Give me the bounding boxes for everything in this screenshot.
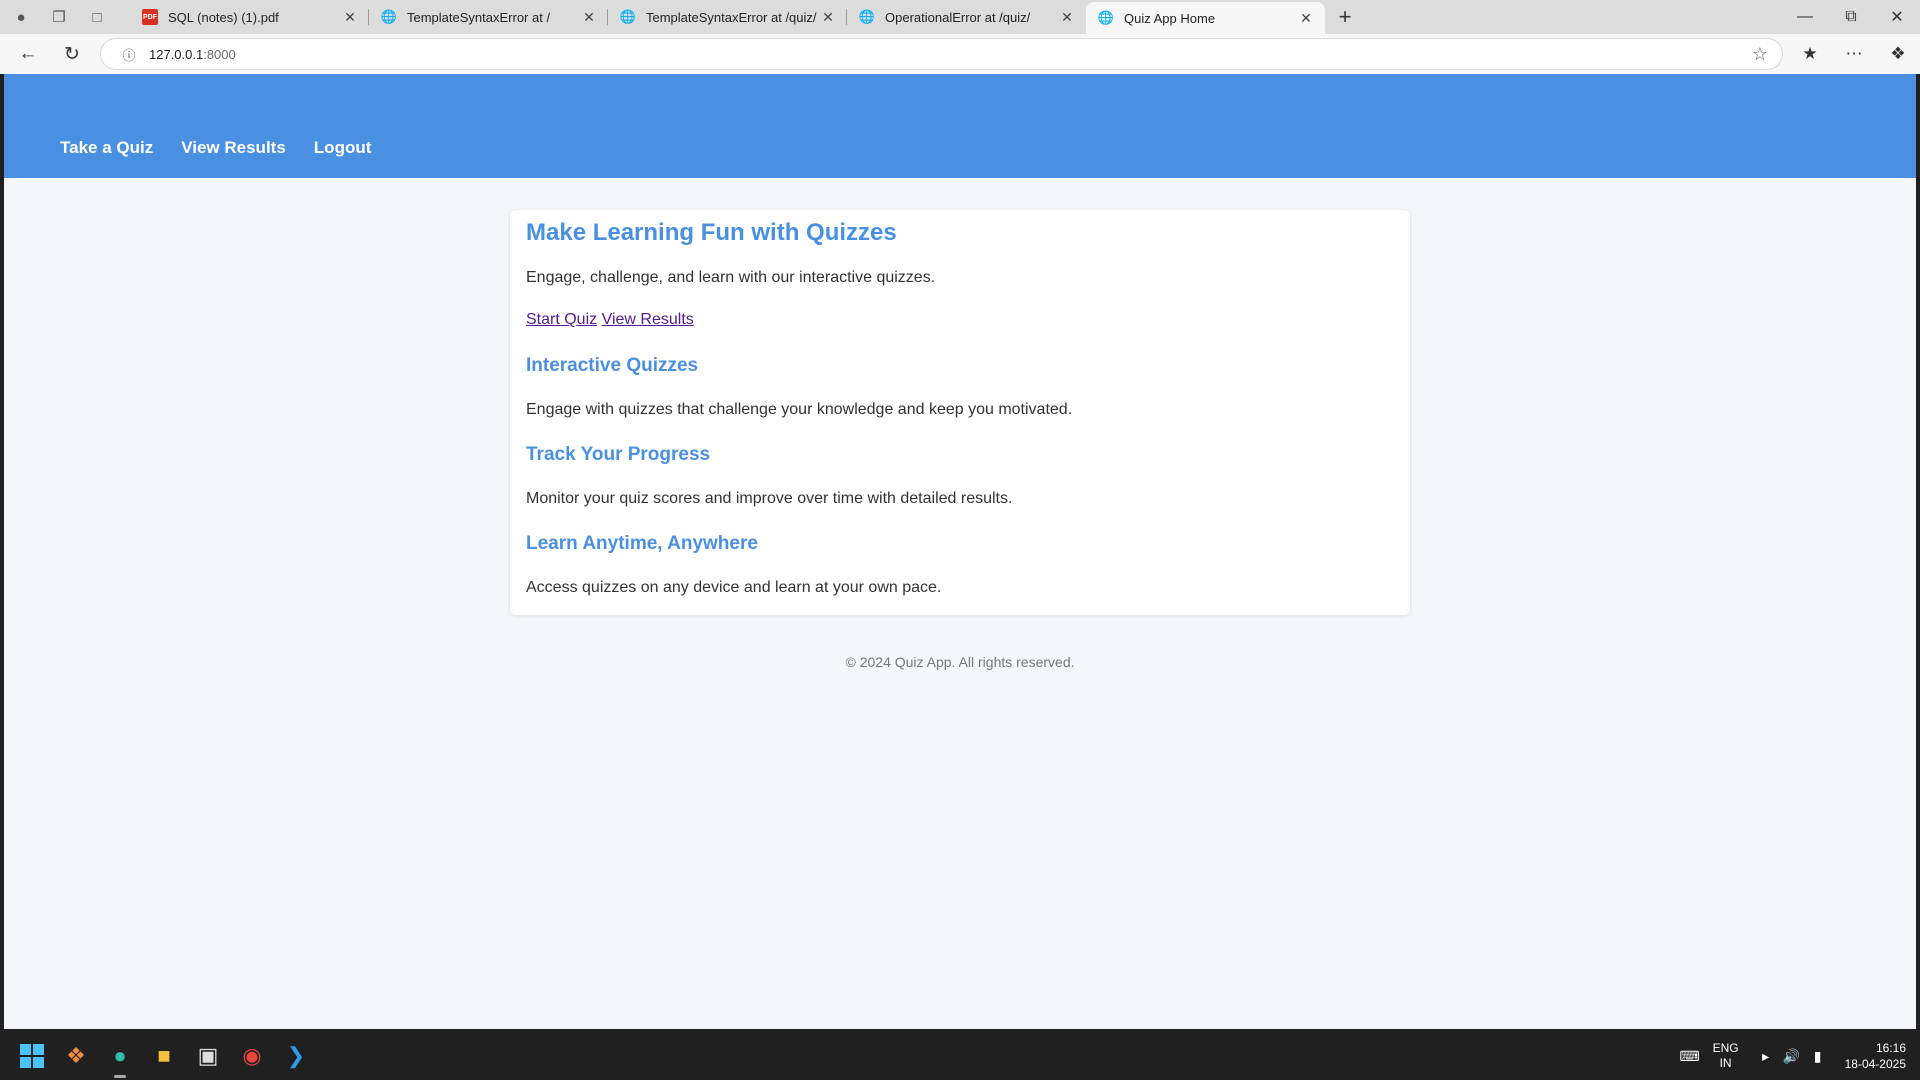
- close-icon[interactable]: ✕: [1297, 10, 1315, 27]
- copilot-app-icon[interactable]: ❖: [54, 1032, 98, 1080]
- more-options-icon[interactable]: ⋯: [1832, 34, 1876, 74]
- feature-desc: Access quizzes on any device and learn a…: [526, 579, 942, 596]
- system-tray: ⌨ ENG IN ▸ 🔊 ▮ 16:16 18-04-2025: [1677, 1032, 1906, 1080]
- language-code: ENG: [1712, 1041, 1739, 1055]
- nav-logout-link[interactable]: Logout: [314, 138, 372, 158]
- tab-title: TemplateSyntaxError at /quiz/: [646, 9, 817, 25]
- close-icon[interactable]: ✕: [819, 9, 837, 26]
- globe-icon: 🌐: [1097, 10, 1115, 25]
- restore-icon[interactable]: ⧉: [1828, 0, 1874, 34]
- close-icon[interactable]: ✕: [341, 9, 359, 26]
- hero-title: Make Learning Fun with Quizzes: [526, 219, 897, 246]
- tab-title: OperationalError at /quiz/: [885, 9, 1031, 25]
- battery-icon[interactable]: ▮: [1805, 1048, 1831, 1065]
- window-controls: — ⧉ ✕: [1782, 0, 1920, 34]
- view-results-link[interactable]: View Results: [602, 311, 694, 328]
- region-code: IN: [1719, 1056, 1732, 1070]
- clock-date: 18-04-2025: [1844, 1057, 1906, 1071]
- toolbar-right: ★ ⋯ ❖: [1788, 34, 1920, 74]
- close-icon[interactable]: ✕: [1058, 9, 1076, 26]
- url-text: 127.0.0.1:8000: [149, 47, 236, 62]
- tab-title: TemplateSyntaxError at /: [407, 9, 551, 25]
- tab-title: Quiz App Home: [1124, 10, 1216, 26]
- profile-icon[interactable]: ●: [4, 0, 38, 34]
- workspaces-icon[interactable]: ❐: [42, 0, 76, 34]
- page-footer: © 2024 Quiz App. All rights reserved.: [845, 654, 1075, 670]
- volume-icon[interactable]: 🔊: [1779, 1048, 1805, 1065]
- address-bar[interactable]: ⓘ 127.0.0.1:8000 ☆: [100, 38, 1783, 70]
- tab-sql-notes[interactable]: PDF SQL (notes) (1).pdf ✕: [130, 0, 369, 34]
- nav-links: Take a Quiz View Results Logout: [60, 138, 371, 158]
- start-quiz-link[interactable]: Start Quiz: [526, 311, 597, 328]
- url-port: :8000: [203, 46, 236, 62]
- tab-template-error-quiz[interactable]: 🌐 TemplateSyntaxError at /quiz/ ✕: [608, 0, 847, 34]
- file-explorer-icon[interactable]: ■: [142, 1032, 186, 1080]
- feature-title: Interactive Quizzes: [526, 355, 699, 376]
- vscode-icon[interactable]: ❯: [274, 1032, 318, 1080]
- tab-operational-error[interactable]: 🌐 OperationalError at /quiz/ ✕: [847, 0, 1086, 34]
- browser-tab-bar: ● ❐ □ PDF SQL (notes) (1).pdf ✕ 🌐 Templa…: [0, 0, 1920, 34]
- feature-desc: Engage with quizzes that challenge your …: [526, 401, 1073, 418]
- reload-icon[interactable]: ↻: [50, 34, 94, 74]
- site-info-icon[interactable]: ⓘ: [113, 45, 145, 64]
- clock[interactable]: 16:16 18-04-2025: [1845, 1040, 1906, 1072]
- hero-actions: Start Quiz View Results: [526, 309, 1394, 331]
- feature-title: Track Your Progress: [526, 444, 711, 465]
- favorite-star-icon[interactable]: ☆: [1752, 44, 1768, 65]
- pdf-icon: PDF: [142, 9, 158, 25]
- new-tab-icon[interactable]: +: [1325, 0, 1365, 34]
- nav-take-quiz-link[interactable]: Take a Quiz: [60, 138, 153, 158]
- minimize-icon[interactable]: —: [1782, 0, 1828, 34]
- globe-icon: 🌐: [858, 9, 876, 24]
- windows-taskbar: ❖ ● ■ ▣ ◉ ❯ ⌨ ENG IN ▸ 🔊 ▮ 16:16 18-04-2…: [0, 1032, 1920, 1080]
- feature-title: Learn Anytime, Anywhere: [526, 533, 758, 554]
- taskbar-apps: ❖ ● ■ ▣ ◉ ❯: [10, 1032, 318, 1080]
- store-icon[interactable]: ▣: [186, 1032, 230, 1080]
- keyboard-icon[interactable]: ⌨: [1677, 1048, 1703, 1065]
- tab-title: SQL (notes) (1).pdf: [168, 9, 279, 25]
- content-card: Make Learning Fun with Quizzes Engage, c…: [510, 210, 1410, 615]
- nav-view-results-link[interactable]: View Results: [181, 138, 286, 158]
- clock-time: 16:16: [1875, 1041, 1906, 1055]
- globe-icon: 🌐: [380, 9, 398, 24]
- language-indicator[interactable]: ENG IN: [1713, 1041, 1739, 1071]
- start-icon[interactable]: [10, 1032, 54, 1080]
- favorites-icon[interactable]: ★: [1788, 34, 1832, 74]
- back-icon[interactable]: ←: [6, 34, 50, 74]
- tab-actions-icon[interactable]: □: [80, 0, 114, 34]
- tab-bar-left-controls: ● ❐ □: [0, 0, 130, 34]
- chrome-icon[interactable]: ◉: [230, 1032, 274, 1080]
- feature-desc: Monitor your quiz scores and improve ove…: [526, 490, 1013, 507]
- tab-quiz-app-home[interactable]: 🌐 Quiz App Home ✕: [1086, 2, 1325, 34]
- globe-icon: 🌐: [619, 9, 637, 24]
- tab-template-error-root[interactable]: 🌐 TemplateSyntaxError at / ✕: [369, 0, 608, 34]
- url-host: 127.0.0.1: [149, 46, 204, 62]
- edge-icon[interactable]: ●: [98, 1032, 142, 1080]
- app-navbar: Take a Quiz View Results Logout: [4, 74, 1916, 178]
- network-icon[interactable]: ▸: [1753, 1048, 1779, 1065]
- hero-intro: Engage, challenge, and learn with our in…: [526, 269, 936, 286]
- page-viewport: Take a Quiz View Results Logout Make Lea…: [4, 74, 1916, 1029]
- close-icon[interactable]: ✕: [580, 9, 598, 26]
- close-window-icon[interactable]: ✕: [1874, 0, 1920, 34]
- copilot-icon[interactable]: ❖: [1876, 34, 1920, 74]
